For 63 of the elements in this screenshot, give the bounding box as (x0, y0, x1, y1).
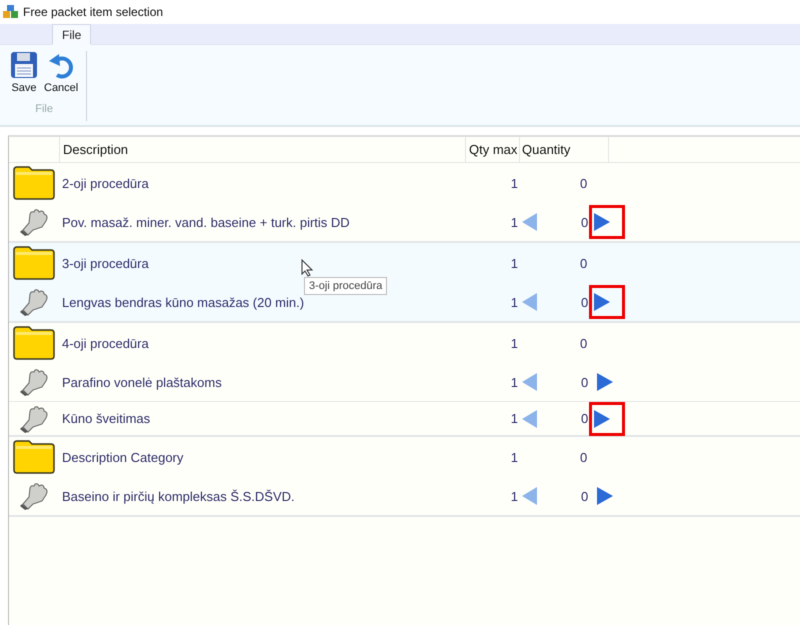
left-triangle-icon (521, 212, 538, 232)
quantity-value: 0 (581, 374, 590, 390)
quantity-value: 0 (580, 450, 588, 464)
quantity-value: 0 (581, 411, 590, 426)
category-name: 3-oji procedūra (61, 256, 149, 270)
glove-icon (19, 404, 49, 432)
ribbon-tab[interactable]: File (52, 24, 92, 45)
category-name: Description Category (61, 450, 184, 464)
qty-max-value: 1 (510, 488, 518, 504)
qty-max-value: 1 (510, 294, 518, 310)
undo-arrow-icon (47, 51, 76, 79)
qty-max-value: 1 (510, 374, 518, 390)
increase-button[interactable] (596, 372, 614, 392)
increase-button[interactable] (593, 292, 611, 312)
right-triangle-icon (593, 408, 611, 428)
quantity-value: 0 (580, 176, 588, 190)
category-name: 2-oji procedūra (61, 176, 149, 190)
window-title: Free packet item selection (23, 5, 164, 19)
qty-max-value: 1 (510, 411, 518, 426)
folder-icon (13, 246, 55, 280)
increase-button[interactable] (593, 408, 611, 428)
glove-icon (19, 368, 49, 396)
item-name: Parafino vonelė plaštakoms (61, 374, 222, 390)
item-name: Baseino ir pirčių kompleksas Š.S.DŠVD. (61, 488, 295, 504)
save-button[interactable]: Save (8, 51, 40, 94)
quantity-value: 0 (581, 488, 590, 504)
left-triangle-icon (521, 408, 538, 428)
quantity-value: 0 (581, 294, 590, 310)
mouse-cursor-icon (301, 259, 313, 277)
column-header[interactable]: Description (59, 137, 465, 162)
qty-max-value: 1 (510, 450, 518, 464)
app-icon (3, 5, 19, 19)
group-label: File (35, 103, 53, 115)
glove-icon (19, 208, 49, 236)
quantity-value: 0 (580, 336, 588, 350)
left-triangle-icon (521, 292, 538, 312)
glove-icon (19, 288, 49, 316)
quantity-value: 0 (581, 214, 590, 230)
item-name: Lengvas bendras kūno masažas (20 min.) (61, 294, 304, 310)
glove-icon (19, 482, 49, 510)
item-name: Kūno šveitimas (61, 411, 150, 426)
category-name: 4-oji procedūra (61, 336, 149, 350)
increase-button[interactable] (593, 212, 611, 232)
right-triangle-icon (593, 212, 611, 232)
folder-icon (13, 166, 55, 200)
right-triangle-icon (593, 292, 611, 312)
qty-max-value: 1 (510, 214, 518, 230)
increase-button[interactable] (596, 486, 614, 506)
left-triangle-icon (521, 372, 538, 392)
qty-max-value: 1 (510, 336, 518, 350)
qty-max-value: 1 (510, 176, 518, 190)
quantity-value: 0 (580, 256, 588, 270)
right-triangle-icon (596, 372, 614, 392)
cancel-button[interactable]: Cancel (42, 51, 80, 94)
left-triangle-icon (521, 486, 538, 506)
column-header[interactable]: Qty max (465, 137, 519, 162)
right-triangle-icon (596, 486, 614, 506)
column-header[interactable]: Quantity (519, 137, 609, 162)
folder-icon (13, 326, 55, 360)
folder-icon (13, 440, 55, 474)
tooltip: 3-oji procedūra (304, 277, 388, 295)
item-name: Pov. masaž. miner. vand. baseine + turk. pirtis DD (61, 214, 350, 230)
qty-max-value: 1 (510, 256, 518, 270)
